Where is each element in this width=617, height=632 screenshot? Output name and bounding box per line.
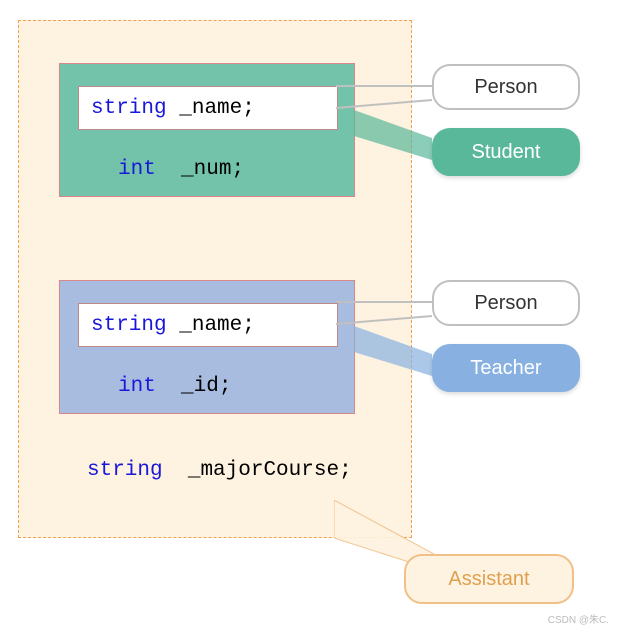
punct: ;	[219, 375, 232, 398]
student-num-field: int _num;	[118, 158, 244, 181]
field-name: _id	[181, 375, 219, 398]
student-class-box: string _name; int _num;	[59, 63, 355, 197]
field-name: _majorCourse	[188, 459, 339, 482]
field-name: _name	[179, 314, 242, 337]
student-name-field: string _name;	[78, 86, 338, 130]
type-keyword: int	[118, 375, 156, 398]
teacher-id-field: int _id;	[118, 375, 231, 398]
punct: ;	[242, 314, 255, 337]
person-label-2: Person	[432, 280, 580, 326]
field-name: _name	[179, 97, 242, 120]
person-label-1: Person	[432, 64, 580, 110]
punct: ;	[242, 97, 255, 120]
teacher-label: Teacher	[432, 344, 580, 392]
type-keyword: string	[87, 459, 163, 482]
student-label: Student	[432, 128, 580, 176]
assistant-label: Assistant	[404, 554, 574, 604]
punct: ;	[339, 459, 352, 482]
assistant-class-box: string _name; int _num; string _name; in…	[18, 20, 412, 538]
assistant-major-field: string _majorCourse;	[87, 459, 352, 482]
teacher-name-field: string _name;	[78, 303, 338, 347]
field-name: _num	[181, 158, 231, 181]
type-keyword: string	[91, 97, 167, 120]
punct: ;	[231, 158, 244, 181]
watermark: CSDN @朱C.	[548, 611, 609, 626]
type-keyword: string	[91, 314, 167, 337]
teacher-class-box: string _name; int _id;	[59, 280, 355, 414]
type-keyword: int	[118, 158, 156, 181]
